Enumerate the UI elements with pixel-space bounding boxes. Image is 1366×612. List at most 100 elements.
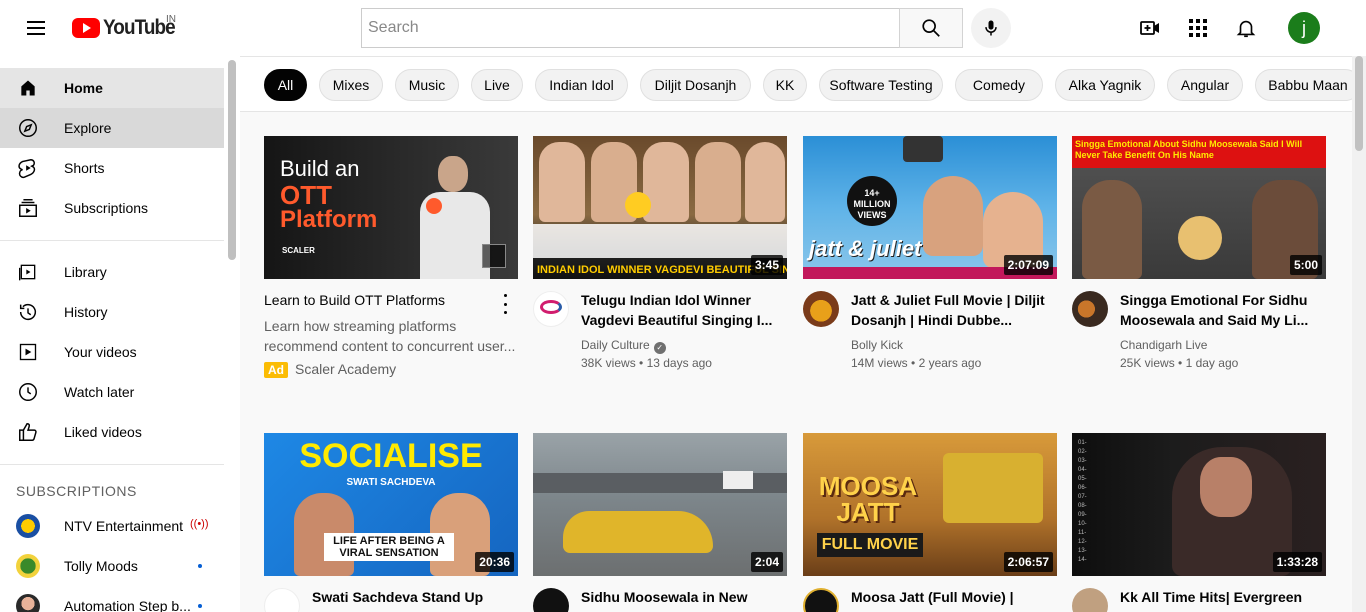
chip-kk[interactable]: KK [763, 69, 807, 101]
sidebar-item-label: Shorts [64, 160, 105, 176]
video-title[interactable]: Sidhu Moosewala in New [581, 587, 781, 607]
chip-software-testing[interactable]: Software Testing [819, 69, 943, 101]
chip-all[interactable]: All [264, 69, 307, 101]
video-thumbnail[interactable]: 01- 02- 03- 04- 05- 06- 07- 08- 09- 10- 11- 12- 13- 1… [1072, 433, 1326, 576]
video-thumbnail[interactable]: 14+ MILLION VIEWS jatt & juliet 2:07:09 [803, 136, 1057, 279]
home-icon [16, 76, 40, 100]
sidebar-item-history[interactable]: History [0, 292, 224, 332]
voice-search-button[interactable] [971, 8, 1011, 48]
page-scrollbar-thumb[interactable] [1355, 56, 1363, 151]
sidebar-item-label: Explore [64, 120, 112, 136]
sidebar-item-home[interactable]: Home [0, 68, 224, 108]
channel-name[interactable]: Daily Culture ✓ [581, 338, 666, 354]
chip-mixes[interactable]: Mixes [319, 69, 383, 101]
upload-age: 13 days ago [646, 356, 712, 370]
sidebar-item-watch-later[interactable]: Watch later [0, 372, 224, 412]
sidebar-item-explore[interactable]: Explore [0, 108, 224, 148]
your-videos-icon [16, 340, 40, 364]
tracklist-graphic: 01- 02- 03- 04- 05- 06- 07- 08- 09- 10- 11- 12- 13- 1… [1078, 440, 1087, 563]
subscription-item[interactable]: Tolly Moods [0, 546, 224, 586]
channel-avatar[interactable] [533, 588, 569, 612]
page-scrollbar[interactable] [1352, 56, 1366, 612]
thumbnail-caption: jatt & juliet [809, 236, 922, 261]
channel-avatar[interactable] [1072, 588, 1108, 612]
create-button[interactable] [1130, 8, 1170, 48]
apps-button[interactable] [1178, 8, 1218, 48]
search-input[interactable] [368, 19, 900, 37]
ad-thumb-brand: SCALER [282, 246, 315, 255]
channel-name[interactable]: Bolly Kick [851, 338, 903, 352]
sidebar-item-your-videos[interactable]: Your videos [0, 332, 224, 372]
view-count: 38K views [581, 356, 636, 370]
video-meta: 38K views • 13 days ago [581, 356, 712, 370]
sidebar-item-label: Watch later [64, 384, 135, 400]
video-title[interactable]: Telugu Indian Idol Winner Vagdevi Beauti… [581, 290, 781, 330]
notifications-button[interactable] [1226, 8, 1266, 48]
sidebar-item-label: Library [64, 264, 107, 280]
logo-text: YouTube [103, 16, 176, 39]
create-video-icon [1140, 21, 1159, 35]
bell-icon [1236, 20, 1256, 38]
duration-badge: 2:06:57 [1003, 552, 1053, 572]
emoji-icon [625, 192, 651, 218]
subscription-label: NTV Entertainment [64, 518, 184, 534]
sidebar-item-library[interactable]: Library [0, 252, 224, 292]
chip-live[interactable]: Live [471, 69, 523, 101]
sidebar-item-subscriptions[interactable]: Subscriptions [0, 188, 224, 228]
chip-alka-yagnik[interactable]: Alka Yagnik [1055, 69, 1155, 101]
video-title[interactable]: Swati Sachdeva Stand Up [312, 587, 512, 607]
apps-grid-icon [1189, 19, 1207, 37]
search-icon [922, 19, 940, 37]
channel-avatar [16, 554, 40, 578]
thumbs-up-icon [16, 420, 40, 444]
sidebar-item-liked-videos[interactable]: Liked videos [0, 412, 224, 452]
subscription-item[interactable]: Automation Step b... [0, 586, 224, 612]
ad-thumbnail[interactable]: Build an OTT Platform SCALER [264, 136, 518, 279]
subscriptions-icon [16, 196, 40, 220]
video-thumbnail[interactable]: SOCIALISE SWATI SACHDEVA LIFE AFTER BEIN… [264, 433, 518, 576]
subscription-label: Automation Step b... [64, 598, 191, 612]
chip-babbu-maan[interactable]: Babbu Maan [1255, 69, 1352, 101]
video-thumbnail[interactable]: Singga Emotional About Sidhu Moosewala S… [1072, 136, 1326, 279]
channel-avatar[interactable] [803, 291, 839, 327]
video-title[interactable]: Moosa Jatt (Full Movie) | [851, 587, 1051, 607]
search-button[interactable] [899, 8, 963, 48]
upload-age: 1 day ago [1185, 356, 1239, 370]
chip-diljit-dosanjh[interactable]: Diljit Dosanjh [640, 69, 751, 101]
account-avatar[interactable]: j [1288, 12, 1320, 44]
video-thumbnail[interactable]: 2:04 [533, 433, 787, 576]
channel-name-text: Daily Culture [581, 338, 650, 352]
ad-thumb-line1: Build an [280, 156, 360, 181]
channel-avatar[interactable] [803, 588, 839, 612]
video-title[interactable]: Jatt & Juliet Full Movie | Diljit Dosanj… [851, 290, 1051, 330]
chip-indian-idol[interactable]: Indian Idol [535, 69, 628, 101]
chip-angular[interactable]: Angular [1167, 69, 1243, 101]
video-thumbnail[interactable]: INDIAN IDOL WINNER VAGDEVI BEAUTIFUL SIN… [533, 136, 787, 279]
channel-name[interactable]: Chandigarh Live [1120, 338, 1207, 352]
channel-avatar[interactable] [264, 588, 300, 612]
channel-avatar[interactable] [1072, 291, 1108, 327]
video-thumbnail[interactable]: MOOSA JATT FULL MOVIE 2:06:57 [803, 433, 1057, 576]
video-title[interactable]: Singga Emotional For Sidhu Moosewala and… [1120, 290, 1320, 330]
ad-channel[interactable]: Scaler Academy [295, 361, 396, 377]
more-options-icon[interactable] [500, 294, 510, 314]
inset-portrait [1178, 216, 1222, 260]
chip-comedy[interactable]: Comedy [955, 69, 1043, 101]
new-content-dot [198, 604, 202, 608]
channel-avatar[interactable] [533, 291, 569, 327]
chip-music[interactable]: Music [395, 69, 459, 101]
ad-title[interactable]: Learn to Build OTT Platforms [264, 290, 494, 310]
thumbnail-caption: SOCIALISE [299, 437, 483, 475]
views-badge: 14+ MILLION VIEWS [847, 176, 897, 226]
subscription-item[interactable]: NTV Entertainment ((•)) [0, 506, 224, 546]
external-link-icon[interactable] [482, 244, 506, 268]
video-title[interactable]: Kk All Time Hits| Evergreen [1120, 587, 1320, 607]
compass-icon [16, 116, 40, 140]
ad-thumb-line3: Platform [280, 206, 378, 233]
sidebar-scrollbar[interactable] [228, 60, 236, 260]
hamburger-menu-button[interactable] [16, 8, 56, 48]
sidebar-item-label: Home [64, 80, 103, 96]
sidebar-item-shorts[interactable]: Shorts [0, 148, 224, 188]
country-code: IN [166, 14, 176, 25]
top-header: YouTube IN j [0, 0, 1366, 56]
